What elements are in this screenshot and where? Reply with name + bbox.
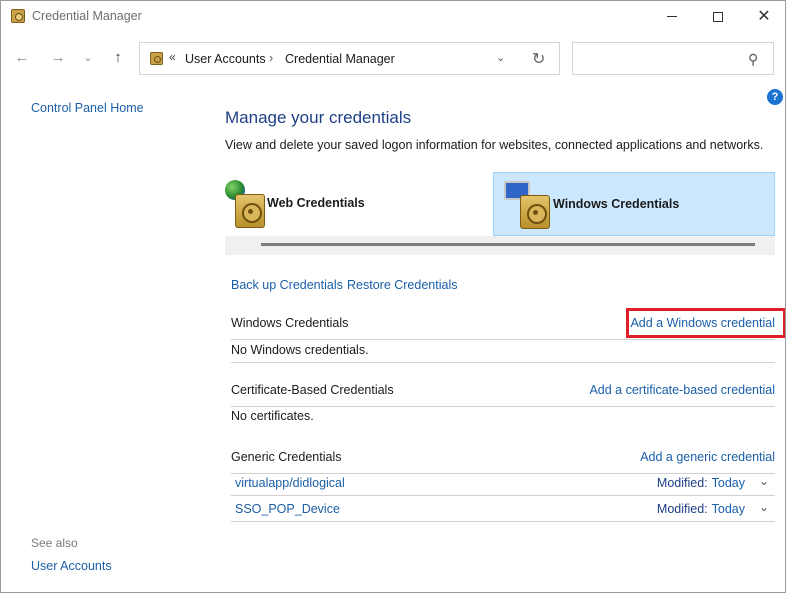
back-up-credentials-link[interactable]: Back up Credentials (231, 278, 343, 292)
chevron-down-icon[interactable]: ⌄ (759, 474, 769, 488)
up-button[interactable]: ↑ (107, 46, 129, 68)
add-generic-credential-link[interactable]: Add a generic credential (640, 450, 775, 464)
see-also-user-accounts-link[interactable]: User Accounts (31, 559, 112, 573)
credential-modified: Modified: Today (657, 476, 745, 490)
vault-icon (520, 195, 550, 229)
credential-vault-icon (11, 9, 25, 23)
search-icon[interactable]: ⚲ (748, 51, 758, 68)
page-description: View and delete your saved logon informa… (225, 138, 764, 152)
chevron-down-icon: ⌄ (83, 51, 93, 64)
address-dropdown-icon[interactable]: ⌄ (496, 51, 505, 64)
control-panel-home-link[interactable]: Control Panel Home (31, 101, 144, 115)
arrow-right-icon: → (50, 48, 66, 66)
credential-name[interactable]: virtualapp/didlogical (235, 476, 345, 490)
divider (231, 362, 775, 363)
page-title: Manage your credentials (225, 108, 412, 127)
search-input[interactable] (579, 49, 739, 69)
vault-icon (235, 194, 265, 228)
breadcrumb-credential-manager[interactable]: Credential Manager (285, 52, 395, 66)
recent-locations-button[interactable]: ⌄ (77, 46, 99, 68)
tab-windows-credentials-label: Windows Credentials (553, 197, 680, 211)
forward-button[interactable]: → (47, 46, 69, 68)
window-title: Credential Manager (32, 9, 142, 23)
tab-windows-credentials[interactable]: Windows Credentials (493, 172, 775, 236)
arrow-up-icon: ↑ (114, 48, 122, 66)
minimize-button[interactable] (649, 1, 695, 32)
restore-credentials-link[interactable]: Restore Credentials (347, 278, 457, 292)
modified-label: Modified: (656, 502, 708, 516)
section-title: Certificate-Based Credentials (231, 383, 394, 397)
maximize-icon (713, 11, 723, 22)
credential-modified: Modified: Today (657, 502, 745, 516)
modified-value: Today (711, 476, 745, 490)
breadcrumb-separator[interactable]: › (269, 51, 273, 65)
credential-manager-window: Credential Manager ✕ ← → ⌄ ↑ « User Acco… (0, 0, 786, 593)
search-box[interactable]: ⚲ (572, 42, 774, 75)
credential-name[interactable]: SSO_POP_Device (235, 502, 340, 516)
section-title: Generic Credentials (231, 450, 342, 464)
see-also-label: See also (31, 536, 78, 550)
modified-value: Today (711, 502, 745, 516)
add-certificate-credential-link[interactable]: Add a certificate-based credential (589, 383, 775, 397)
breadcrumb-user-accounts[interactable]: User Accounts (185, 52, 266, 66)
certificates-empty-text: No certificates. (231, 409, 314, 423)
navigation-bar: ← → ⌄ ↑ « User Accounts › Credential Man… (1, 32, 785, 86)
maximize-button[interactable] (695, 1, 741, 32)
credential-row[interactable]: SSO_POP_Device Modified: Today ⌄ (231, 496, 775, 522)
minimize-icon (667, 16, 677, 17)
tab-web-credentials[interactable]: Web Credentials (225, 172, 493, 236)
refresh-icon[interactable]: ↻ (532, 49, 545, 69)
tab-web-credentials-label: Web Credentials (267, 196, 365, 210)
credential-type-tabs: Web Credentials Windows Credentials (225, 172, 775, 236)
address-bar[interactable]: « User Accounts › Credential Manager ⌄ ↻ (139, 42, 560, 75)
section-title: Windows Credentials (231, 316, 349, 330)
credential-row[interactable]: virtualapp/didlogical Modified: Today ⌄ (231, 470, 775, 496)
windows-credentials-empty-text: No Windows credentials. (231, 343, 369, 357)
certificate-credentials-header: Certificate-Based Credentials Add a cert… (231, 383, 775, 407)
back-button[interactable]: ← (11, 46, 33, 68)
title-bar: Credential Manager ✕ (1, 1, 785, 32)
close-icon: ✕ (757, 7, 771, 25)
horizontal-scrollbar[interactable] (261, 243, 755, 246)
credential-vault-icon (150, 52, 163, 65)
address-prefix[interactable]: « (169, 50, 176, 64)
arrow-left-icon: ← (14, 48, 30, 66)
help-icon[interactable]: ? (767, 89, 783, 105)
annotation-highlight-box (626, 308, 785, 338)
tab-scroll-strip (225, 236, 775, 255)
modified-label: Modified: (656, 476, 708, 490)
close-button[interactable]: ✕ (741, 1, 785, 32)
chevron-down-icon[interactable]: ⌄ (759, 500, 769, 514)
